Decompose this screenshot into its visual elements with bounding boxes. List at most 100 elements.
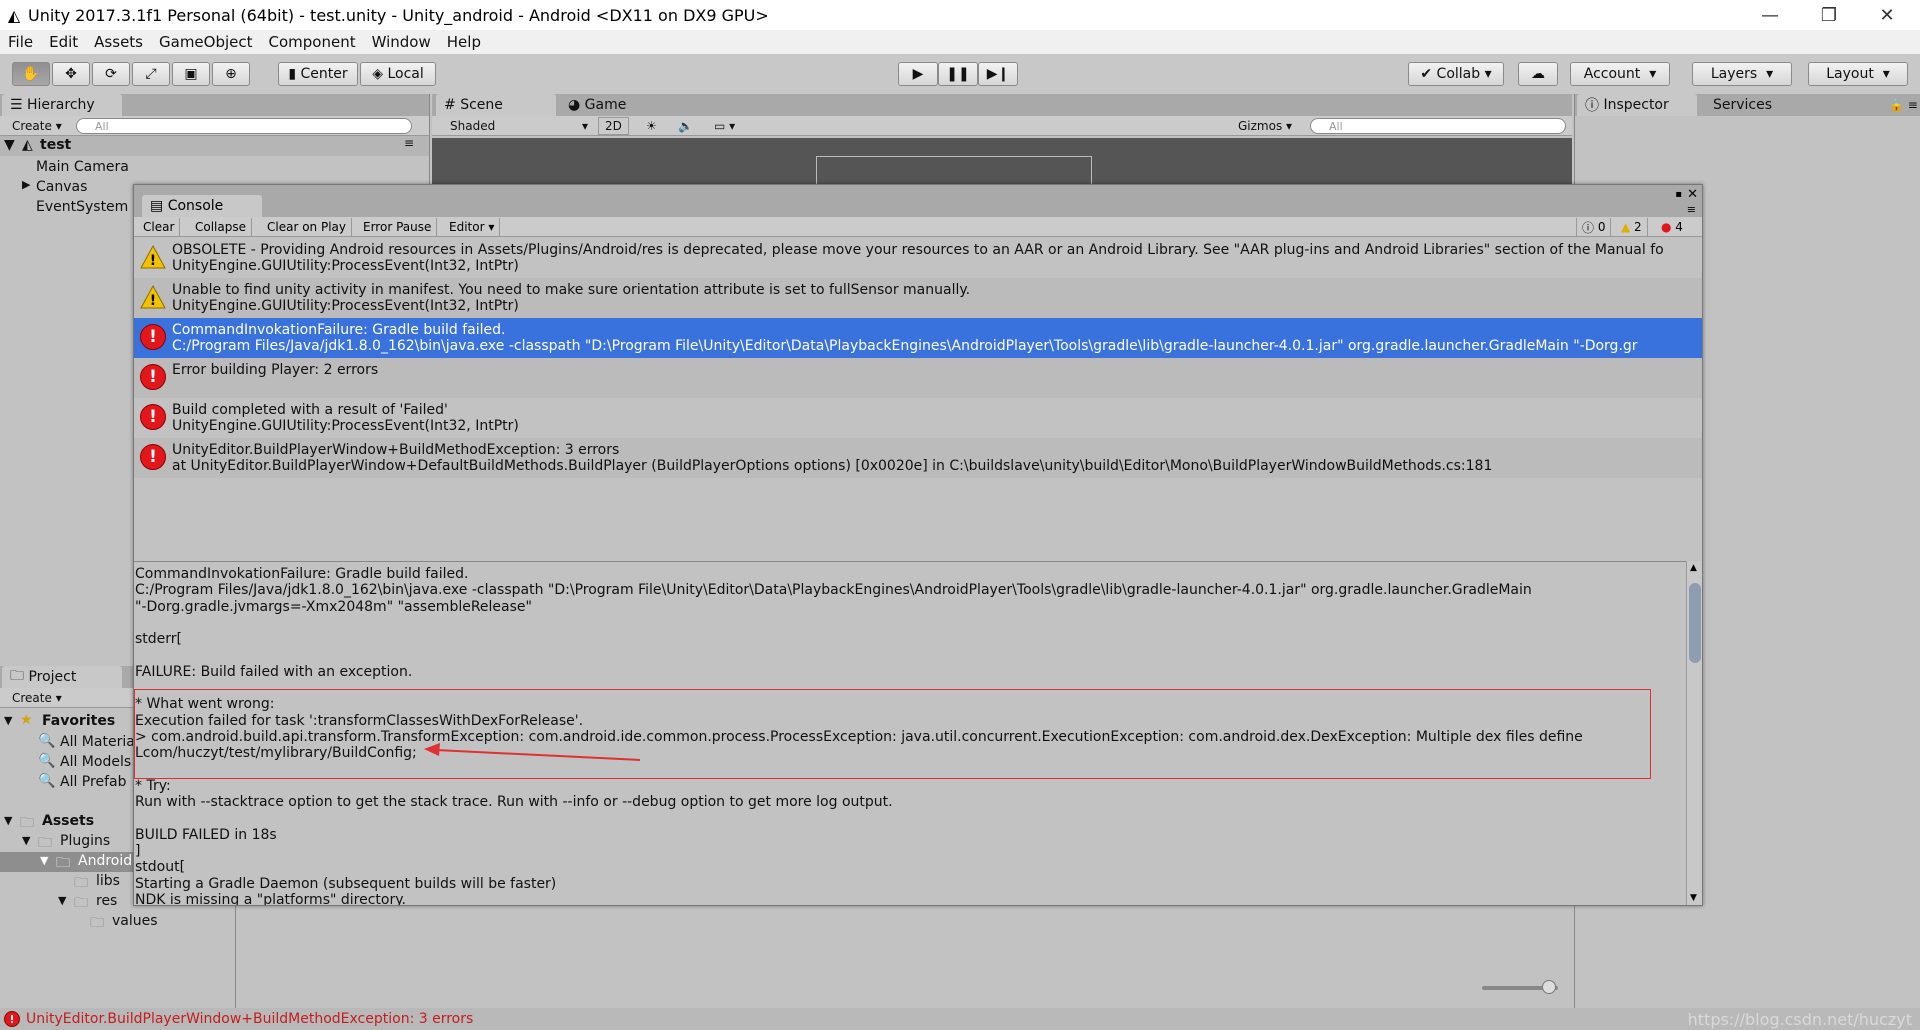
effects-icon[interactable]: ▭ ▾ bbox=[708, 117, 741, 135]
close-icon[interactable]: ✕ bbox=[1687, 187, 1698, 202]
pivot-center-button[interactable]: ▮ Center bbox=[278, 62, 358, 86]
menu-edit[interactable]: Edit bbox=[49, 33, 78, 51]
tab-scene[interactable]: # Scene bbox=[436, 94, 556, 116]
panel-menu-icon[interactable]: ≡ bbox=[1687, 203, 1696, 216]
hierarchy-item-main-camera[interactable]: Main Camera bbox=[36, 159, 129, 175]
folder-icon: 🗀 bbox=[90, 915, 104, 931]
gizmos-dropdown[interactable]: Gizmos ▾ bbox=[1232, 117, 1298, 135]
layout-dropdown[interactable]: Layout ▾ bbox=[1808, 62, 1908, 86]
expand-arrow-icon[interactable]: ▼ bbox=[40, 854, 48, 867]
search-placeholder: All bbox=[95, 119, 109, 133]
scroll-down-icon[interactable]: ▼ bbox=[1690, 893, 1697, 903]
error-icon: ! bbox=[140, 444, 166, 470]
warning-count-toggle[interactable]: ▲ 2 bbox=[1616, 218, 1648, 236]
plugins-folder[interactable]: Plugins bbox=[60, 833, 110, 849]
folder-icon: 🗀 bbox=[74, 895, 88, 911]
expand-arrow-icon[interactable]: ▶ bbox=[22, 178, 30, 191]
favorites-label[interactable]: Favorites bbox=[42, 713, 115, 729]
rect-tool-icon[interactable]: ▣ bbox=[172, 62, 210, 86]
svg-text:!: ! bbox=[150, 253, 156, 269]
detail-scrollbar[interactable]: ▲ ▼ bbox=[1686, 561, 1702, 905]
menu-window[interactable]: Window bbox=[372, 33, 431, 51]
rotate-tool-icon[interactable]: ⟳ bbox=[92, 62, 130, 86]
res-folder[interactable]: res bbox=[96, 893, 117, 909]
log-entry-warning[interactable]: ! Unable to find unity activity in manif… bbox=[134, 278, 1702, 318]
scrollbar-thumb[interactable] bbox=[1689, 583, 1701, 663]
error-count-toggle[interactable]: ● 4 bbox=[1656, 218, 1688, 236]
menu-help[interactable]: Help bbox=[447, 33, 481, 51]
log-entry-error[interactable]: ! Error building Player: 2 errors bbox=[134, 358, 1702, 398]
menu-assets[interactable]: Assets bbox=[94, 33, 143, 51]
scene-search-input[interactable]: All bbox=[1310, 118, 1566, 134]
close-icon[interactable]: ✕ bbox=[1858, 0, 1916, 30]
menu-gameobject[interactable]: GameObject bbox=[159, 33, 253, 51]
hierarchy-item-eventsystem[interactable]: EventSystem bbox=[36, 199, 128, 215]
zoom-slider-handle[interactable] bbox=[1542, 980, 1556, 994]
scale-tool-icon[interactable]: ⤢ bbox=[132, 62, 170, 86]
values-folder[interactable]: values bbox=[112, 913, 158, 929]
warning-icon: ▲ bbox=[1621, 220, 1635, 234]
lighting-icon[interactable]: ☀ bbox=[640, 117, 663, 135]
collapse-button[interactable]: Collapse bbox=[190, 218, 252, 236]
shading-dropdown[interactable]: Shaded ▾ bbox=[444, 117, 594, 135]
hand-tool-icon[interactable]: ✋ bbox=[12, 62, 50, 86]
log-entry-warning[interactable]: ! OBSOLETE - Providing Android resources… bbox=[134, 238, 1702, 278]
transform-tool-icon[interactable]: ⊕ bbox=[212, 62, 250, 86]
move-tool-icon[interactable]: ✥ bbox=[52, 62, 90, 86]
clear-on-play-button[interactable]: Clear on Play bbox=[262, 218, 352, 236]
hierarchy-create-button[interactable]: Create ▾ bbox=[6, 117, 68, 135]
list-icon: ☰ bbox=[10, 97, 28, 113]
expand-arrow-icon[interactable]: ▼ bbox=[58, 894, 66, 907]
clear-button[interactable]: Clear bbox=[138, 218, 181, 236]
assets-folder[interactable]: Assets bbox=[42, 813, 94, 829]
log-entry-error[interactable]: ! UnityEditor.BuildPlayerWindow+BuildMet… bbox=[134, 438, 1702, 478]
step-button[interactable]: ▶❙ bbox=[978, 62, 1018, 86]
mode-2d-toggle[interactable]: 2D bbox=[598, 117, 629, 135]
tab-project[interactable]: 🗀 Project bbox=[2, 666, 122, 688]
scene-menu-icon[interactable]: ≡ bbox=[404, 136, 414, 150]
libs-folder[interactable]: libs bbox=[96, 873, 120, 889]
project-create-button[interactable]: Create ▾ bbox=[6, 689, 68, 707]
status-bar[interactable]: ! UnityEditor.BuildPlayerWindow+BuildMet… bbox=[0, 1008, 1920, 1030]
hierarchy-item-canvas[interactable]: Canvas bbox=[36, 179, 87, 195]
pacman-icon: ◕ bbox=[568, 97, 585, 113]
menu-file[interactable]: File bbox=[8, 33, 33, 51]
info-count-toggle[interactable]: ⓘ 0 bbox=[1576, 218, 1612, 236]
scroll-up-icon[interactable]: ▲ bbox=[1690, 563, 1697, 573]
tab-hierarchy[interactable]: ☰ Hierarchy bbox=[2, 94, 122, 116]
log-entry-error[interactable]: ! Build completed with a result of 'Fail… bbox=[134, 398, 1702, 438]
error-icon: ! bbox=[140, 364, 166, 390]
account-dropdown[interactable]: Account ▾ bbox=[1570, 62, 1670, 86]
layers-dropdown[interactable]: Layers ▾ bbox=[1692, 62, 1792, 86]
expand-arrow-icon[interactable]: ▼ bbox=[4, 137, 15, 153]
android-folder: Android bbox=[78, 853, 133, 869]
expand-arrow-icon[interactable]: ▼ bbox=[4, 714, 12, 727]
collab-button[interactable]: ✔ Collab ▾ bbox=[1408, 62, 1504, 86]
info-icon: ⓘ bbox=[1585, 98, 1604, 114]
hierarchy-search-input[interactable]: All bbox=[76, 118, 412, 134]
fav-all-prefabs[interactable]: All Prefab bbox=[60, 774, 126, 790]
expand-arrow-icon[interactable]: ▼ bbox=[4, 814, 12, 827]
tab-game[interactable]: ◕ Game bbox=[560, 94, 660, 116]
log-line1: Error building Player: 2 errors bbox=[172, 362, 379, 378]
tab-inspector[interactable]: ⓘ Inspector bbox=[1577, 94, 1697, 116]
scene-root-row[interactable]: ▼ ◭ test ≡ bbox=[0, 136, 429, 156]
restore-icon[interactable]: ❐ bbox=[1800, 0, 1858, 30]
fav-all-materials[interactable]: All Materia bbox=[60, 734, 135, 750]
editor-dropdown[interactable]: Editor ▾ bbox=[444, 218, 501, 236]
menu-component[interactable]: Component bbox=[269, 33, 356, 51]
lock-icon[interactable]: 🔒 ≡ bbox=[1881, 94, 1920, 116]
error-pause-button[interactable]: Error Pause bbox=[358, 218, 438, 236]
tab-services[interactable]: Services bbox=[1705, 94, 1795, 116]
expand-arrow-icon[interactable]: ▼ bbox=[22, 834, 30, 847]
minimize-icon[interactable]: — bbox=[1741, 0, 1799, 30]
log-entry-error-selected[interactable]: ! CommandInvokationFailure: Gradle build… bbox=[134, 318, 1702, 358]
pause-button[interactable]: ❚❚ bbox=[938, 62, 978, 86]
space-local-button[interactable]: ◈ Local bbox=[360, 62, 436, 86]
play-button[interactable]: ▶ bbox=[898, 62, 938, 86]
tab-console[interactable]: ▤ Console bbox=[142, 195, 262, 217]
maximize-icon[interactable]: ▪ bbox=[1675, 189, 1682, 200]
fav-all-models[interactable]: All Models bbox=[60, 754, 131, 770]
audio-icon[interactable]: 🔈 bbox=[672, 117, 699, 135]
cloud-icon[interactable]: ☁ bbox=[1518, 62, 1558, 86]
